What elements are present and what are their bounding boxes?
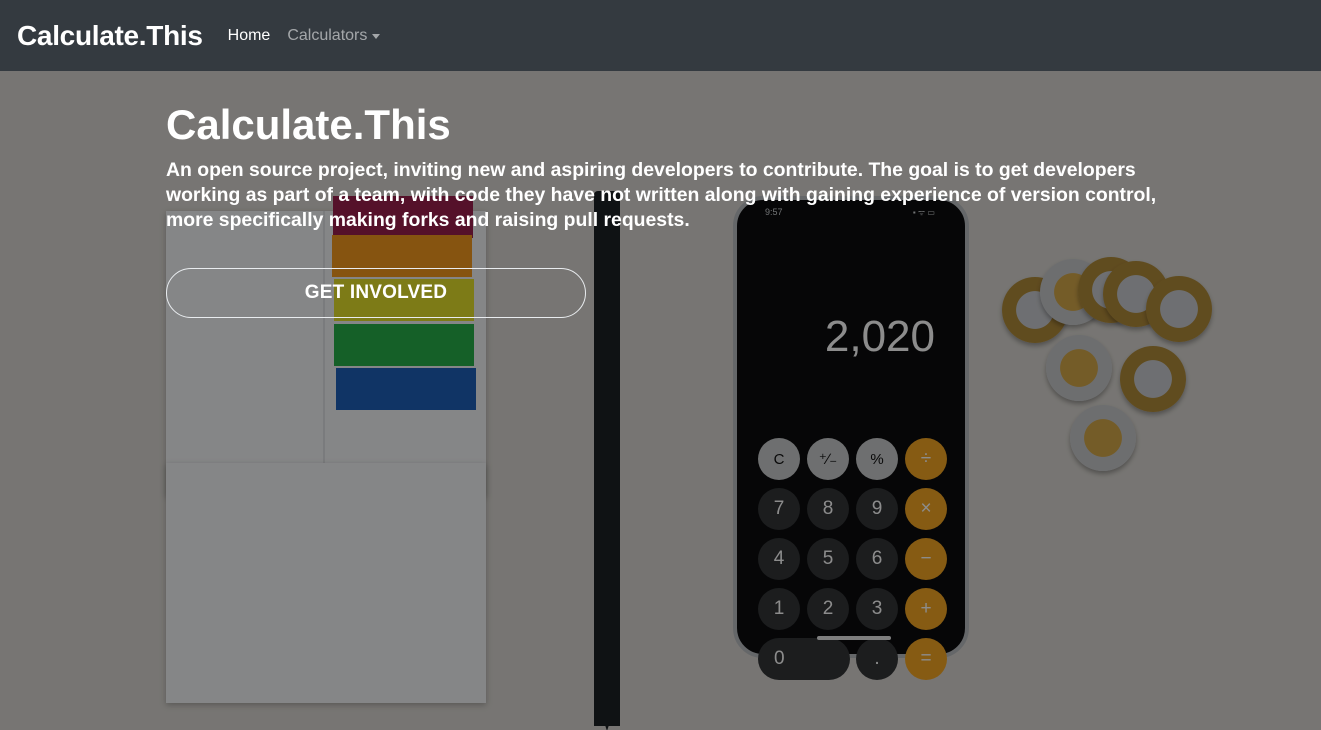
nav-calculators-dropdown[interactable]: Calculators	[287, 26, 381, 45]
hero-content: Calculate.This An open source project, i…	[166, 71, 1166, 318]
top-navbar: Calculate.This Home Calculators	[0, 0, 1321, 71]
get-involved-button[interactable]: GET INVOLVED	[166, 268, 586, 318]
nav-home-link[interactable]: Home	[228, 27, 271, 45]
nav-calculators-label: Calculators	[287, 26, 368, 44]
brand-logo[interactable]: Calculate.This	[17, 20, 203, 52]
hero-title: Calculate.This	[166, 101, 451, 148]
caret-down-icon	[372, 33, 381, 39]
hero-description: An open source project, inviting new and…	[166, 159, 1157, 231]
